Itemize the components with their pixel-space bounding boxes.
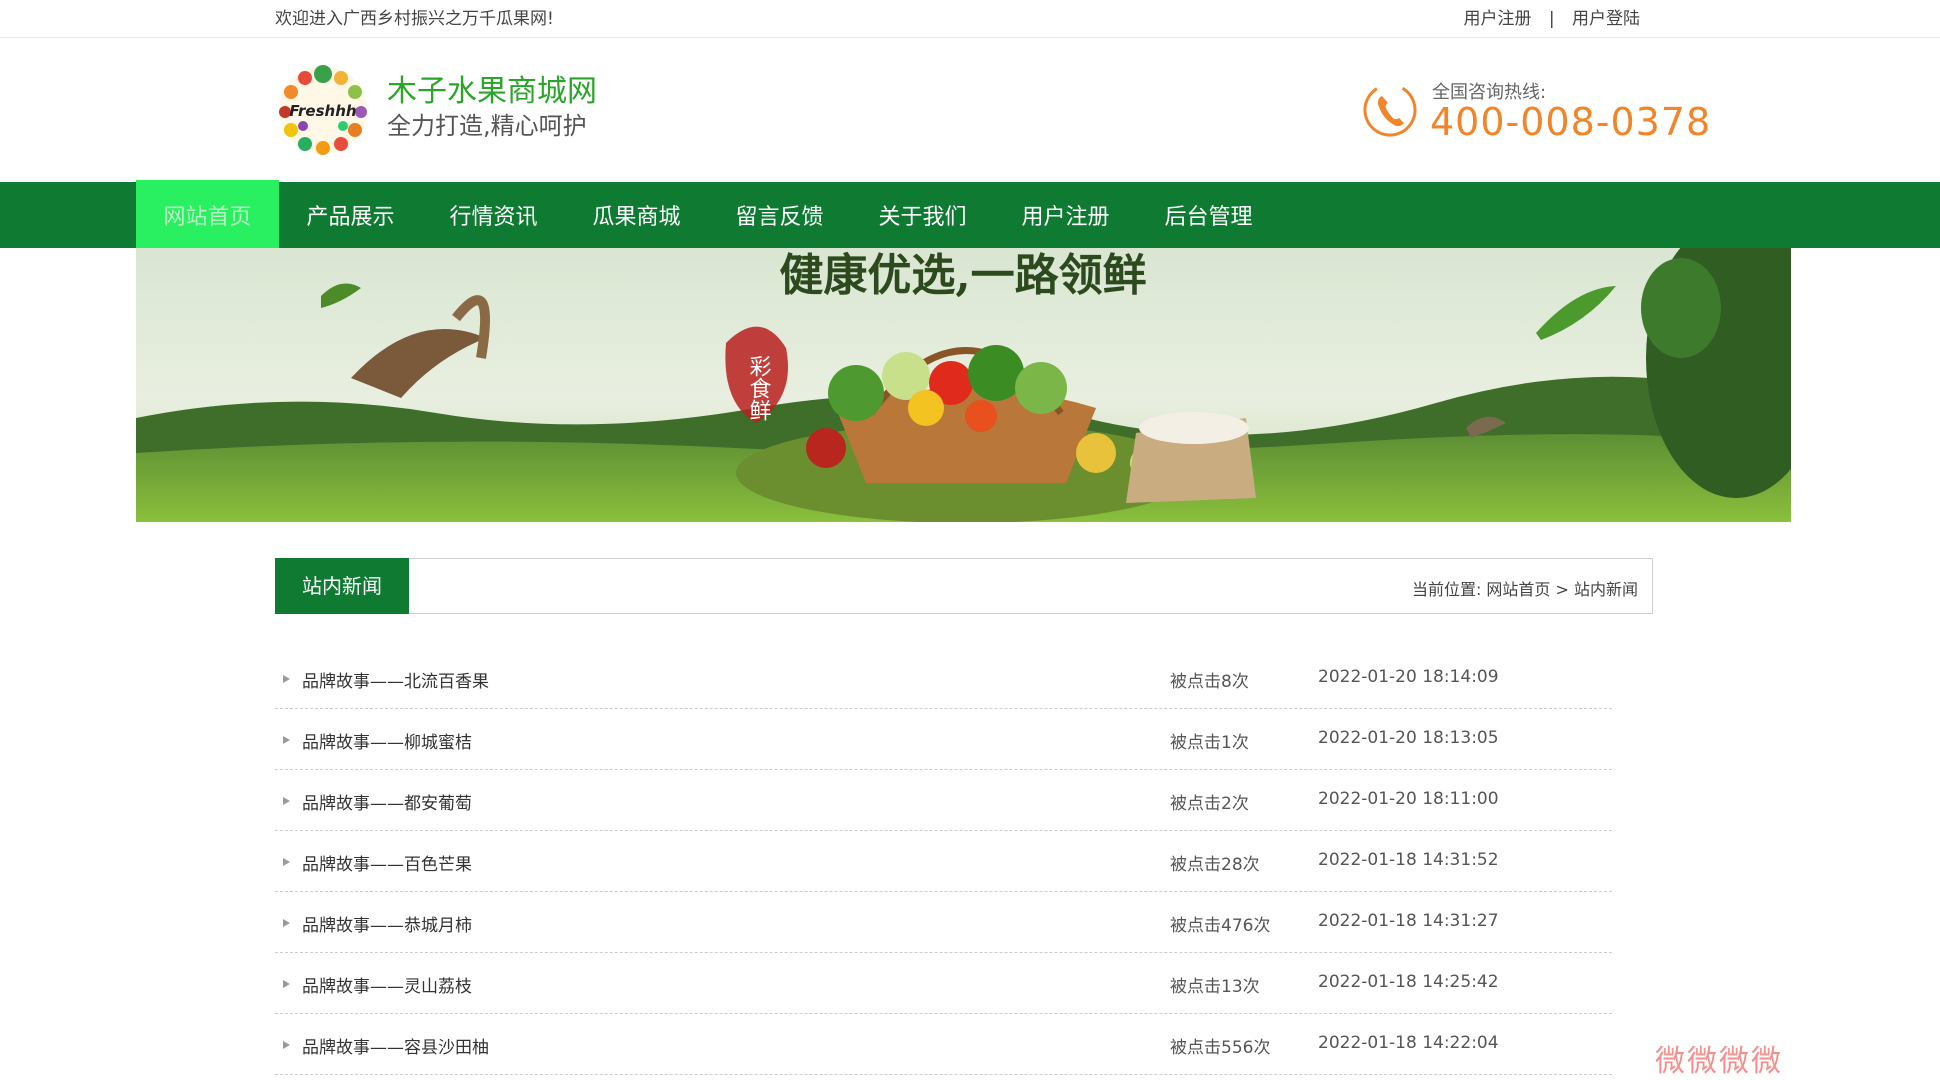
bullet-icon xyxy=(283,858,290,866)
news-date: 2022-01-18 14:31:27 xyxy=(1318,911,1499,931)
nav-item-register[interactable]: 用户注册 xyxy=(994,182,1137,248)
news-date: 2022-01-18 14:22:04 xyxy=(1318,1033,1499,1053)
section-header: 站内新闻 当前位置: 网站首页 > 站内新闻 xyxy=(275,558,1653,614)
bullet-icon xyxy=(283,736,290,744)
news-clicks: 被点击1次 xyxy=(1170,733,1249,753)
bullet-icon xyxy=(283,675,290,683)
welcome-text: 欢迎进入广西乡村振兴之万千瓜果网! xyxy=(275,9,554,29)
news-date: 2022-01-20 18:11:00 xyxy=(1318,789,1499,809)
news-date: 2022-01-20 18:14:09 xyxy=(1318,667,1499,687)
news-clicks: 被点击476次 xyxy=(1170,916,1271,936)
top-bar: 欢迎进入广西乡村振兴之万千瓜果网! 用户注册 | 用户登陆 xyxy=(0,0,1940,38)
news-row[interactable]: 品牌故事——灵山荔枝 被点击13次 2022-01-18 14:25:42 xyxy=(275,953,1612,1014)
section-tab[interactable]: 站内新闻 xyxy=(275,558,409,614)
news-title[interactable]: 品牌故事——北流百香果 xyxy=(302,667,489,692)
top-links: 用户注册 | 用户登陆 xyxy=(1463,4,1640,29)
nav-item-admin[interactable]: 后台管理 xyxy=(1137,182,1280,248)
news-row[interactable]: 品牌故事——柳城蜜桔 被点击1次 2022-01-20 18:13:05 xyxy=(275,709,1612,770)
news-title[interactable]: 品牌故事——灵山荔枝 xyxy=(302,972,472,997)
news-row[interactable]: 品牌故事——百色芒果 被点击28次 2022-01-18 14:31:52 xyxy=(275,831,1612,892)
main-nav: 网站首页 产品展示 行情资讯 瓜果商城 留言反馈 关于我们 用户注册 后台管理 xyxy=(0,180,1940,252)
news-clicks: 被点击8次 xyxy=(1170,672,1249,692)
news-list: 品牌故事——北流百香果 被点击8次 2022-01-20 18:14:09 品牌… xyxy=(275,648,1612,1075)
bullet-icon xyxy=(283,980,290,988)
bullet-icon xyxy=(283,1041,290,1049)
news-title[interactable]: 品牌故事——恭城月柿 xyxy=(302,911,472,936)
nav-item-fruit-mall[interactable]: 瓜果商城 xyxy=(565,182,708,248)
register-link[interactable]: 用户注册 xyxy=(1463,9,1531,29)
news-date: 2022-01-18 14:25:42 xyxy=(1318,972,1499,992)
news-row[interactable]: 品牌故事——北流百香果 被点击8次 2022-01-20 18:14:09 xyxy=(275,648,1612,709)
breadcrumb: 当前位置: 网站首页 > 站内新闻 xyxy=(1411,580,1638,599)
nav-item-home[interactable]: 网站首页 xyxy=(136,180,279,252)
nav-item-feedback[interactable]: 留言反馈 xyxy=(708,182,851,248)
news-title[interactable]: 品牌故事——都安葡萄 xyxy=(302,789,472,814)
hero-banner: 彩食鲜 健康优选,一路领鲜 xyxy=(136,248,1791,522)
news-title[interactable]: 品牌故事——百色芒果 xyxy=(302,850,472,875)
brand-name: 木子水果商城网 xyxy=(387,74,597,109)
logo-text: Freshhh xyxy=(289,102,356,120)
site-logo[interactable]: Freshhh xyxy=(275,64,371,156)
news-date: 2022-01-18 14:31:52 xyxy=(1318,850,1499,870)
news-clicks: 被点击13次 xyxy=(1170,977,1260,997)
bullet-icon xyxy=(283,919,290,927)
news-row[interactable]: 品牌故事——容县沙田柚 被点击556次 2022-01-18 14:22:04 xyxy=(275,1014,1612,1075)
hotline-number: 400-008-0378 xyxy=(1430,100,1712,144)
watermark: 微微微微 xyxy=(1655,1044,1783,1079)
news-clicks: 被点击28次 xyxy=(1170,855,1260,875)
nav-item-products[interactable]: 产品展示 xyxy=(279,182,422,248)
brand-slogan: 全力打造,精心呵护 xyxy=(387,112,587,140)
news-title[interactable]: 品牌故事——容县沙田柚 xyxy=(302,1033,489,1058)
news-clicks: 被点击2次 xyxy=(1170,794,1249,814)
link-separator: | xyxy=(1548,9,1555,29)
news-title[interactable]: 品牌故事——柳城蜜桔 xyxy=(302,728,472,753)
nav-item-market-news[interactable]: 行情资讯 xyxy=(422,182,565,248)
banner-seal: 彩食鲜 xyxy=(746,355,772,421)
news-clicks: 被点击556次 xyxy=(1170,1038,1271,1058)
nav-item-about[interactable]: 关于我们 xyxy=(851,182,994,248)
phone-icon xyxy=(1363,83,1417,137)
login-link[interactable]: 用户登陆 xyxy=(1572,9,1640,29)
banner-headline: 健康优选,一路领鲜 xyxy=(779,250,1146,301)
news-date: 2022-01-20 18:13:05 xyxy=(1318,728,1499,748)
news-row[interactable]: 品牌故事——都安葡萄 被点击2次 2022-01-20 18:11:00 xyxy=(275,770,1612,831)
bullet-icon xyxy=(283,797,290,805)
news-row[interactable]: 品牌故事——恭城月柿 被点击476次 2022-01-18 14:31:27 xyxy=(275,892,1612,953)
